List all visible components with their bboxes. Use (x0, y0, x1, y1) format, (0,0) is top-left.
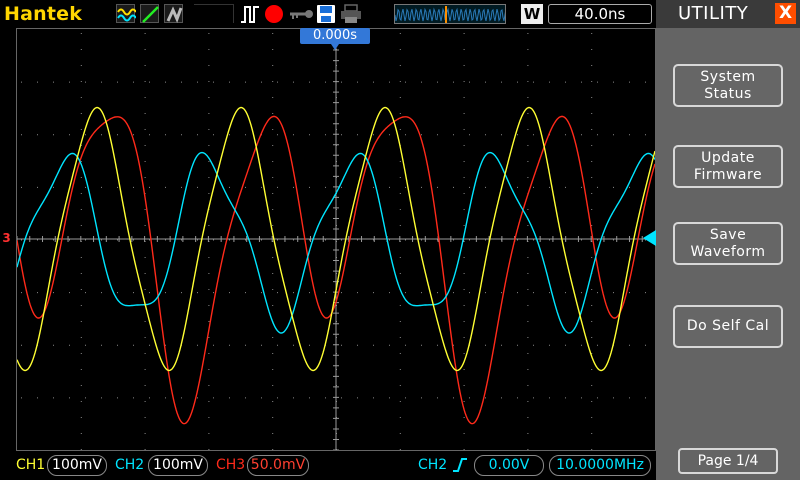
trigger-level[interactable]: 0.00V (474, 455, 544, 476)
save-waveform-button[interactable]: Save Waveform (673, 222, 783, 265)
ch1-scale[interactable]: 100mV (47, 455, 107, 476)
button-label-line1: Do Self Cal (686, 318, 770, 334)
wave-mode-icon[interactable] (116, 4, 137, 23)
memory-depth-bar[interactable] (394, 4, 506, 24)
button-label-line1: Save (709, 226, 747, 243)
update-firmware-button[interactable]: Update Firmware (673, 145, 783, 188)
close-icon[interactable]: X (775, 3, 796, 24)
button-label-line1: Update (701, 149, 755, 166)
button-label-line2: Firmware (693, 166, 763, 183)
trigger-source[interactable]: CH2 (418, 457, 447, 473)
top-status-bar: Hantek W 40.0ns (0, 0, 656, 28)
save-icon[interactable] (316, 4, 336, 24)
ch3-scale[interactable]: 50.0mV (247, 455, 309, 476)
ch3-label[interactable]: CH3 (216, 457, 245, 473)
trigger-position-label[interactable]: 0.000s (300, 28, 370, 44)
menu-page-button[interactable]: Page 1/4 (678, 448, 778, 474)
ch3-ground-marker[interactable]: 3 (0, 231, 13, 245)
button-label-line1: System (700, 68, 756, 85)
trigger-frequency: 10.0000MHz (549, 455, 651, 476)
utility-menu-panel: UTILITY X System Status Update Firmware … (656, 0, 800, 480)
system-status-button[interactable]: System Status (673, 64, 783, 107)
waveform-traces (17, 106, 655, 425)
ch3-trace (17, 115, 655, 425)
menu-title-bar: UTILITY X (656, 0, 800, 28)
ch1-trace (17, 106, 655, 372)
button-label-line2: Status (704, 85, 752, 102)
trigger-level-marker[interactable] (643, 230, 656, 246)
button-label-line2: Waveform (690, 243, 766, 260)
timebase-mode-indicator: W (521, 4, 543, 24)
record-icon[interactable] (265, 5, 283, 23)
ch1-label[interactable]: CH1 (16, 457, 45, 473)
ch2-label[interactable]: CH2 (115, 457, 144, 473)
menu-title: UTILITY (678, 3, 749, 24)
key-icon (288, 6, 314, 22)
rising-edge-icon (452, 457, 468, 473)
timebase-value: 40.0ns (548, 4, 652, 24)
self-calibration-button[interactable]: Do Self Cal (673, 305, 783, 348)
ch2-trace (17, 151, 655, 334)
pulse-icon[interactable] (240, 4, 260, 24)
brand-logo: Hantek (4, 3, 83, 25)
persist-mode-icon[interactable] (164, 4, 183, 24)
bottom-status-bar: CH1 100mV CH2 100mV CH3 50.0mV CH2 0.00V… (0, 452, 656, 480)
ch2-scale[interactable]: 100mV (148, 455, 208, 476)
waveform-display (16, 28, 656, 451)
trigger-position-pointer (331, 44, 339, 50)
toolbar-separator (194, 4, 234, 23)
line-mode-icon[interactable] (140, 4, 159, 23)
print-icon (340, 4, 362, 24)
